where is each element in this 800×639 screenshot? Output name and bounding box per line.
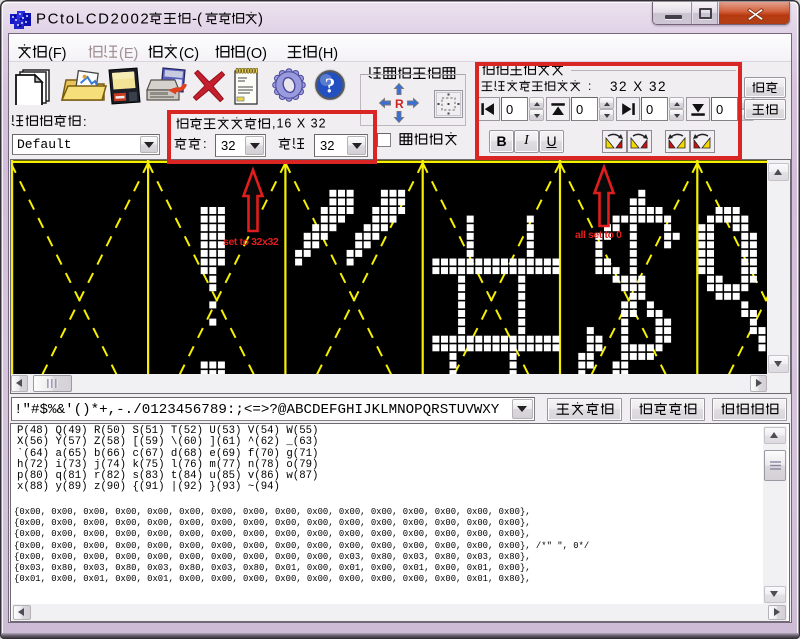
svg-text:R: R [395,97,404,111]
svg-text:): ) [258,11,263,28]
svg-text:-(: -( [192,11,202,28]
svg-text:all set to 0: all set to 0 [575,229,622,241]
svg-text:(F): (F) [48,46,67,62]
svg-text:(H): (H) [318,46,338,62]
svg-text:(C): (C) [179,46,199,62]
svg-text::: : [83,114,87,129]
svg-text:PCtoLCD2002: PCtoLCD2002 [36,11,150,28]
svg-text:?: ? [325,74,336,98]
svg-text:(E): (E) [119,46,138,62]
svg-text:(O): (O) [246,46,267,62]
svg-text:set to 32x32: set to 32x32 [223,236,279,248]
